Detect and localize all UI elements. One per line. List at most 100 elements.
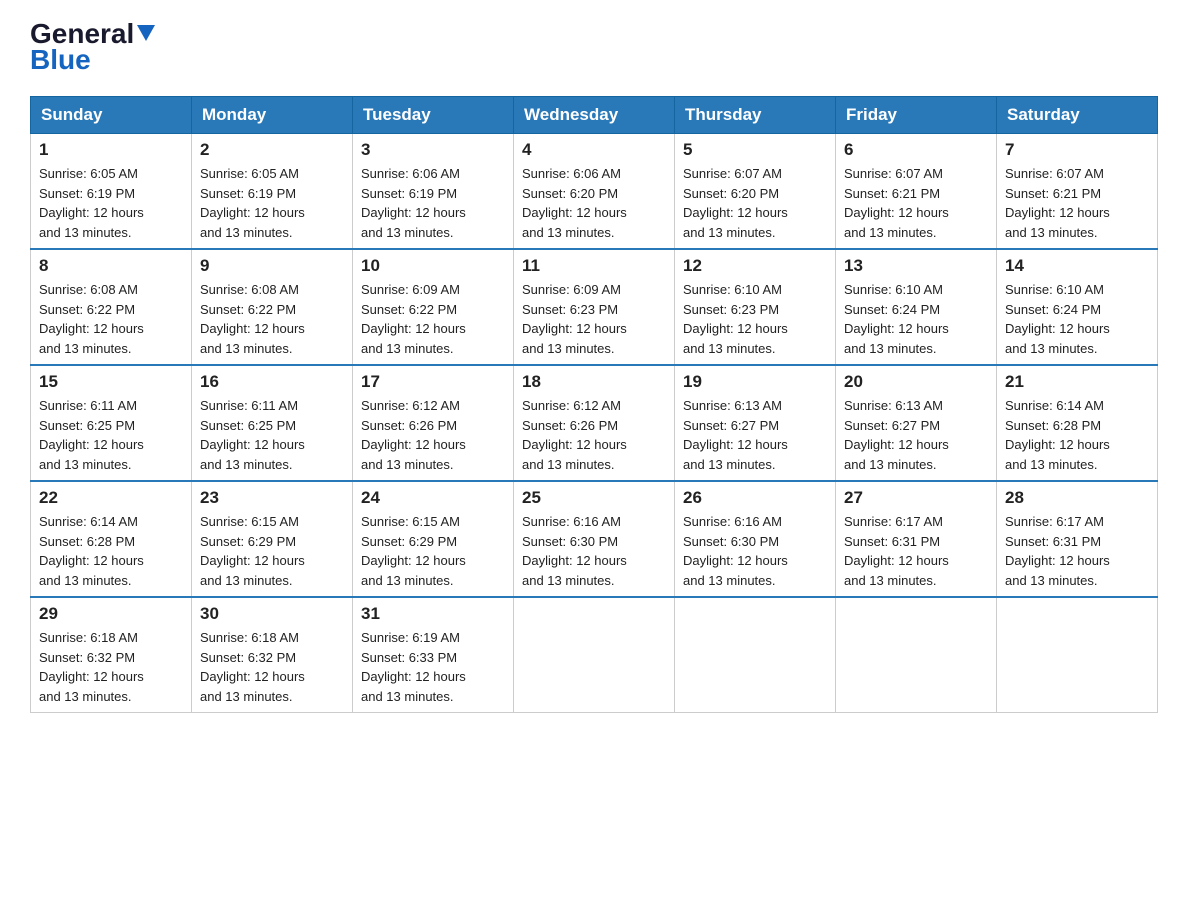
calendar-cell: 30 Sunrise: 6:18 AMSunset: 6:32 PMDaylig… [192,597,353,713]
calendar-cell: 22 Sunrise: 6:14 AMSunset: 6:28 PMDaylig… [31,481,192,597]
calendar-table: SundayMondayTuesdayWednesdayThursdayFrid… [30,96,1158,713]
calendar-cell [836,597,997,713]
weekday-header-saturday: Saturday [997,97,1158,134]
day-number: 27 [844,488,988,508]
weekday-header-tuesday: Tuesday [353,97,514,134]
day-info: Sunrise: 6:11 AMSunset: 6:25 PMDaylight:… [39,396,183,474]
day-number: 29 [39,604,183,624]
day-info: Sunrise: 6:11 AMSunset: 6:25 PMDaylight:… [200,396,344,474]
day-number: 28 [1005,488,1149,508]
calendar-cell: 1 Sunrise: 6:05 AMSunset: 6:19 PMDayligh… [31,134,192,250]
day-info: Sunrise: 6:06 AMSunset: 6:19 PMDaylight:… [361,164,505,242]
day-number: 16 [200,372,344,392]
day-info: Sunrise: 6:18 AMSunset: 6:32 PMDaylight:… [200,628,344,706]
calendar-cell [675,597,836,713]
weekday-header-monday: Monday [192,97,353,134]
day-info: Sunrise: 6:19 AMSunset: 6:33 PMDaylight:… [361,628,505,706]
day-info: Sunrise: 6:09 AMSunset: 6:22 PMDaylight:… [361,280,505,358]
calendar-cell: 28 Sunrise: 6:17 AMSunset: 6:31 PMDaylig… [997,481,1158,597]
week-row-4: 22 Sunrise: 6:14 AMSunset: 6:28 PMDaylig… [31,481,1158,597]
weekday-header-wednesday: Wednesday [514,97,675,134]
day-number: 11 [522,256,666,276]
weekday-header-row: SundayMondayTuesdayWednesdayThursdayFrid… [31,97,1158,134]
day-info: Sunrise: 6:10 AMSunset: 6:24 PMDaylight:… [1005,280,1149,358]
day-number: 24 [361,488,505,508]
day-info: Sunrise: 6:12 AMSunset: 6:26 PMDaylight:… [361,396,505,474]
day-info: Sunrise: 6:13 AMSunset: 6:27 PMDaylight:… [844,396,988,474]
calendar-cell: 5 Sunrise: 6:07 AMSunset: 6:20 PMDayligh… [675,134,836,250]
day-number: 6 [844,140,988,160]
calendar-cell: 18 Sunrise: 6:12 AMSunset: 6:26 PMDaylig… [514,365,675,481]
day-number: 26 [683,488,827,508]
calendar-cell: 16 Sunrise: 6:11 AMSunset: 6:25 PMDaylig… [192,365,353,481]
logo-blue-text: Blue [30,44,91,76]
day-number: 9 [200,256,344,276]
day-info: Sunrise: 6:07 AMSunset: 6:21 PMDaylight:… [844,164,988,242]
week-row-5: 29 Sunrise: 6:18 AMSunset: 6:32 PMDaylig… [31,597,1158,713]
day-number: 14 [1005,256,1149,276]
day-number: 21 [1005,372,1149,392]
calendar-cell: 12 Sunrise: 6:10 AMSunset: 6:23 PMDaylig… [675,249,836,365]
day-number: 18 [522,372,666,392]
day-info: Sunrise: 6:18 AMSunset: 6:32 PMDaylight:… [39,628,183,706]
day-number: 1 [39,140,183,160]
day-info: Sunrise: 6:16 AMSunset: 6:30 PMDaylight:… [522,512,666,590]
calendar-cell: 10 Sunrise: 6:09 AMSunset: 6:22 PMDaylig… [353,249,514,365]
page-header: General Blue [30,20,1158,76]
day-number: 8 [39,256,183,276]
calendar-cell: 29 Sunrise: 6:18 AMSunset: 6:32 PMDaylig… [31,597,192,713]
day-number: 10 [361,256,505,276]
calendar-cell [997,597,1158,713]
day-number: 5 [683,140,827,160]
day-number: 23 [200,488,344,508]
day-info: Sunrise: 6:13 AMSunset: 6:27 PMDaylight:… [683,396,827,474]
day-number: 4 [522,140,666,160]
calendar-cell: 2 Sunrise: 6:05 AMSunset: 6:19 PMDayligh… [192,134,353,250]
day-info: Sunrise: 6:10 AMSunset: 6:24 PMDaylight:… [844,280,988,358]
day-number: 30 [200,604,344,624]
calendar-cell: 4 Sunrise: 6:06 AMSunset: 6:20 PMDayligh… [514,134,675,250]
weekday-header-sunday: Sunday [31,97,192,134]
calendar-cell [514,597,675,713]
calendar-cell: 24 Sunrise: 6:15 AMSunset: 6:29 PMDaylig… [353,481,514,597]
day-number: 7 [1005,140,1149,160]
calendar-cell: 23 Sunrise: 6:15 AMSunset: 6:29 PMDaylig… [192,481,353,597]
week-row-3: 15 Sunrise: 6:11 AMSunset: 6:25 PMDaylig… [31,365,1158,481]
calendar-cell: 8 Sunrise: 6:08 AMSunset: 6:22 PMDayligh… [31,249,192,365]
day-info: Sunrise: 6:15 AMSunset: 6:29 PMDaylight:… [200,512,344,590]
calendar-cell: 11 Sunrise: 6:09 AMSunset: 6:23 PMDaylig… [514,249,675,365]
weekday-header-friday: Friday [836,97,997,134]
logo: General Blue [30,20,157,76]
weekday-header-thursday: Thursday [675,97,836,134]
day-info: Sunrise: 6:08 AMSunset: 6:22 PMDaylight:… [39,280,183,358]
day-info: Sunrise: 6:17 AMSunset: 6:31 PMDaylight:… [844,512,988,590]
calendar-cell: 6 Sunrise: 6:07 AMSunset: 6:21 PMDayligh… [836,134,997,250]
calendar-cell: 15 Sunrise: 6:11 AMSunset: 6:25 PMDaylig… [31,365,192,481]
day-info: Sunrise: 6:07 AMSunset: 6:21 PMDaylight:… [1005,164,1149,242]
day-number: 15 [39,372,183,392]
day-info: Sunrise: 6:17 AMSunset: 6:31 PMDaylight:… [1005,512,1149,590]
day-number: 12 [683,256,827,276]
day-info: Sunrise: 6:10 AMSunset: 6:23 PMDaylight:… [683,280,827,358]
calendar-cell: 21 Sunrise: 6:14 AMSunset: 6:28 PMDaylig… [997,365,1158,481]
day-info: Sunrise: 6:05 AMSunset: 6:19 PMDaylight:… [200,164,344,242]
calendar-cell: 27 Sunrise: 6:17 AMSunset: 6:31 PMDaylig… [836,481,997,597]
calendar-cell: 20 Sunrise: 6:13 AMSunset: 6:27 PMDaylig… [836,365,997,481]
day-number: 20 [844,372,988,392]
day-info: Sunrise: 6:09 AMSunset: 6:23 PMDaylight:… [522,280,666,358]
day-info: Sunrise: 6:05 AMSunset: 6:19 PMDaylight:… [39,164,183,242]
day-number: 3 [361,140,505,160]
logo-triangle-icon [135,21,157,43]
day-info: Sunrise: 6:12 AMSunset: 6:26 PMDaylight:… [522,396,666,474]
day-info: Sunrise: 6:14 AMSunset: 6:28 PMDaylight:… [1005,396,1149,474]
calendar-cell: 25 Sunrise: 6:16 AMSunset: 6:30 PMDaylig… [514,481,675,597]
day-number: 22 [39,488,183,508]
day-info: Sunrise: 6:16 AMSunset: 6:30 PMDaylight:… [683,512,827,590]
calendar-cell: 9 Sunrise: 6:08 AMSunset: 6:22 PMDayligh… [192,249,353,365]
day-number: 2 [200,140,344,160]
day-info: Sunrise: 6:07 AMSunset: 6:20 PMDaylight:… [683,164,827,242]
week-row-2: 8 Sunrise: 6:08 AMSunset: 6:22 PMDayligh… [31,249,1158,365]
day-info: Sunrise: 6:15 AMSunset: 6:29 PMDaylight:… [361,512,505,590]
day-info: Sunrise: 6:06 AMSunset: 6:20 PMDaylight:… [522,164,666,242]
day-info: Sunrise: 6:14 AMSunset: 6:28 PMDaylight:… [39,512,183,590]
